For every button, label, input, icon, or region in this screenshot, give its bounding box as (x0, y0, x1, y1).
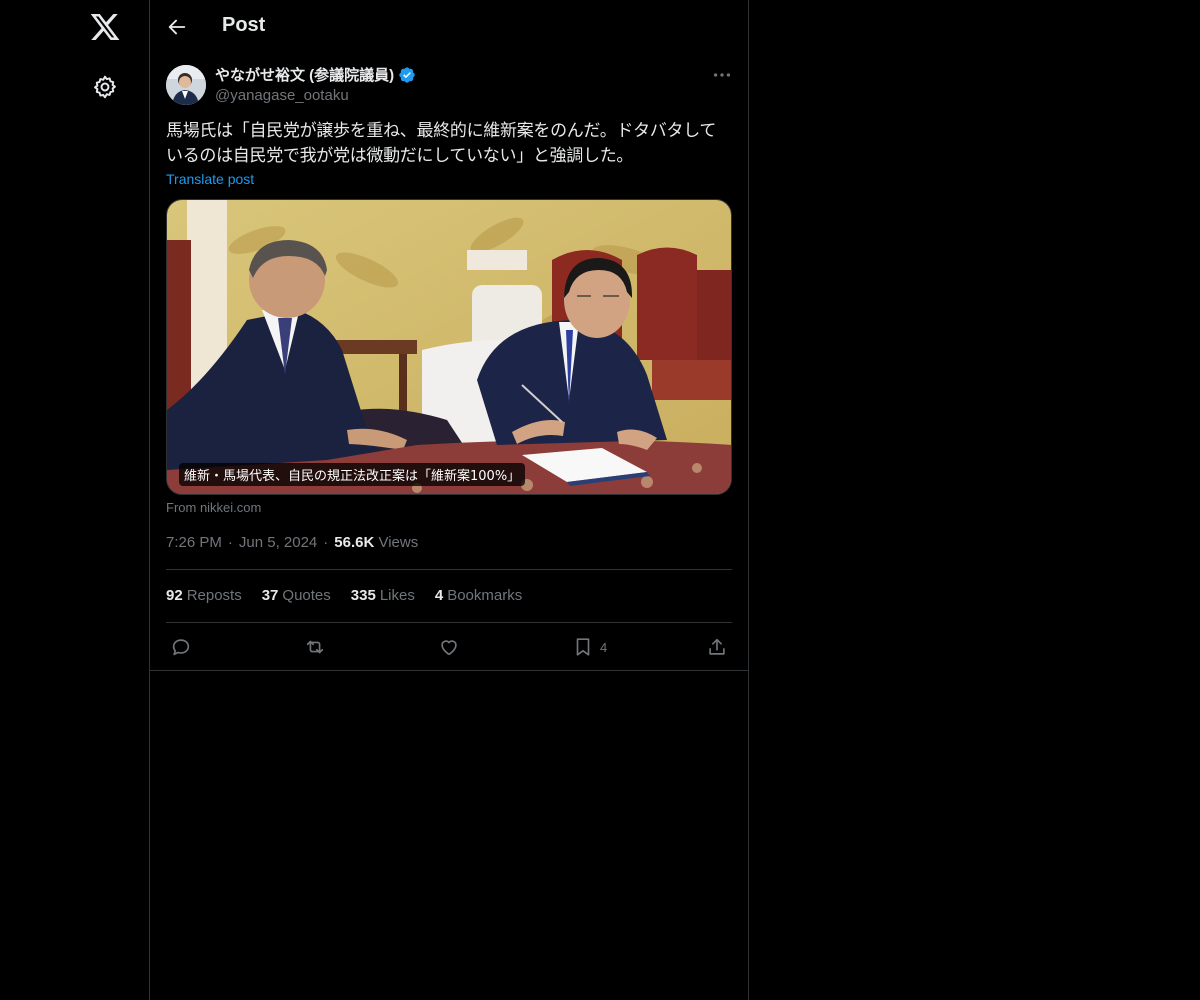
stat-count: 335 (350, 587, 376, 604)
x-logo-icon[interactable] (89, 11, 121, 43)
stat-bookmarks[interactable]: 4 Bookmarks (435, 587, 522, 604)
page-header: Post (150, 0, 748, 54)
author-name[interactable]: やながせ裕文 (参議院議員) (215, 64, 416, 85)
post-time[interactable]: 7:26 PM (166, 534, 222, 551)
stat-quotes[interactable]: 37 Quotes (262, 587, 331, 604)
action-bar: 4 (166, 634, 732, 660)
stat-likes[interactable]: 335 Likes (351, 587, 415, 604)
reply-button[interactable] (170, 634, 192, 660)
share-button[interactable] (706, 634, 728, 660)
arrow-left-icon[interactable] (166, 16, 188, 38)
divider (166, 622, 732, 623)
divider (150, 670, 748, 671)
share-icon (709, 638, 725, 655)
link-card-media[interactable]: 維新・馬場代表、自民の規正法改正案は「維新案100%」 (166, 199, 732, 495)
post-date[interactable]: Jun 5, 2024 (239, 534, 317, 551)
bookmark-count: 4 (600, 639, 608, 655)
stat-count: 92 (166, 587, 183, 604)
verified-badge-icon (399, 66, 415, 83)
views-label: Views (378, 534, 419, 551)
news-photo (167, 200, 731, 494)
stat-count: 4 (434, 587, 444, 604)
bookmark-icon (576, 638, 590, 656)
views-count: 56.6K (334, 534, 375, 551)
author-name-text: やながせ裕文 (参議院議員) (215, 67, 395, 84)
repost-button[interactable] (304, 634, 326, 660)
divider (166, 569, 732, 570)
stat-label: Bookmarks (447, 587, 523, 604)
gear-icon[interactable] (92, 74, 118, 100)
repost-icon (306, 640, 324, 654)
bookmark-button[interactable]: 4 (572, 634, 607, 660)
stat-label: Likes (379, 587, 415, 604)
media-source[interactable]: From nikkei.com (166, 500, 261, 515)
stat-reposts[interactable]: 92 Reposts (166, 587, 242, 604)
stat-label: Quotes (282, 587, 331, 604)
heart-icon (441, 640, 457, 656)
post-detail-column: Post やながせ裕文 (参議院議員) @yanagase_ootaku 馬場氏… (149, 0, 749, 1000)
separator-dot: · (227, 534, 233, 551)
stat-count: 37 (261, 587, 279, 604)
engagement-stats: 92 Reposts 37 Quotes 335 Likes 4 Bookmarks (166, 587, 522, 604)
author-handle[interactable]: @yanagase_ootaku (215, 87, 349, 104)
reply-icon (172, 639, 190, 656)
left-nav-rail (0, 0, 150, 1000)
stat-label: Reposts (186, 587, 242, 604)
avatar[interactable] (166, 65, 206, 105)
separator-dot: · (323, 534, 329, 551)
more-options-icon[interactable] (711, 64, 733, 86)
like-button[interactable] (438, 634, 460, 660)
translate-post-link[interactable]: Translate post (166, 171, 254, 187)
post-metadata: 7:26 PM · Jun 5, 2024 · 56.6K Views (166, 534, 418, 551)
page-title: Post (222, 14, 266, 36)
media-caption: 維新・馬場代表、自民の規正法改正案は「維新案100%」 (179, 463, 526, 486)
post-text: 馬場氏は「自民党が譲歩を重ね、最終的に維新案をのんだ。ドタバタしているのは自民党… (166, 121, 717, 166)
